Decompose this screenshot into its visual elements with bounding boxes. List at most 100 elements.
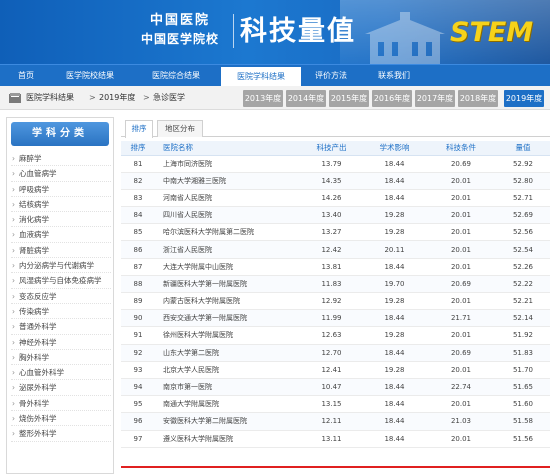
nav-evaluation-method[interactable]: 评价方法 <box>303 65 359 87</box>
table-row: 93 北京大学人民医院 12.41 19.28 20.01 51.70 <box>121 361 550 379</box>
cell-rank: 82 <box>121 172 155 190</box>
sidebar-item[interactable]: 麻醉学 <box>11 151 111 167</box>
sidebar-item[interactable]: 结核病学 <box>11 197 111 213</box>
highlight-underline <box>121 466 550 468</box>
cell-output: 13.27 <box>300 223 363 242</box>
sidebar-item[interactable]: 整形外科学 <box>11 426 111 442</box>
breadcrumb-item-year[interactable]: 2019年度 <box>99 86 135 110</box>
tab-ranking[interactable]: 排序 <box>125 120 153 138</box>
breadcrumb-item-discipline[interactable]: 医院学科结果 <box>26 86 74 110</box>
sidebar-item[interactable]: 普通外科学 <box>11 319 111 335</box>
cell-hospital-name[interactable]: 哈尔滨医科大学附属第二医院 <box>155 223 300 242</box>
cell-hospital-name[interactable]: 西安交通大学第一附属医院 <box>155 309 300 328</box>
sidebar-item[interactable]: 胸外科学 <box>11 350 111 366</box>
column-header-hospital: 医院名称 <box>155 141 300 156</box>
cell-conditions: 20.01 <box>426 292 496 311</box>
cell-hospital-name[interactable]: 河南省人民医院 <box>155 189 300 208</box>
table-row: 96 安徽医科大学第二附属医院 12.11 18.44 21.03 51.58 <box>121 412 550 431</box>
cell-hospital-name[interactable]: 徐州医科大学附属医院 <box>155 326 300 345</box>
cell-conditions: 20.01 <box>426 223 496 242</box>
column-header-output: 科技产出 <box>300 141 363 156</box>
sidebar-item[interactable]: 呼吸病学 <box>11 182 111 197</box>
sidebar-item[interactable]: 变态反应学 <box>11 289 111 304</box>
tab-regional-distribution[interactable]: 地区分布 <box>157 120 203 137</box>
cell-output: 13.15 <box>300 395 363 414</box>
cell-hospital-name[interactable]: 大连大学附属中山医院 <box>155 258 300 276</box>
cell-output: 14.35 <box>300 172 363 190</box>
cell-hospital-name[interactable]: 中南大学湘雅三医院 <box>155 172 300 190</box>
column-header-conditions: 科技条件 <box>426 141 496 156</box>
cell-hospital-name[interactable]: 内蒙古医科大学附属医院 <box>155 292 300 311</box>
cell-impact: 18.44 <box>363 430 426 448</box>
sidebar-item[interactable]: 骨外科学 <box>11 396 111 412</box>
sidebar-item[interactable]: 血液病学 <box>11 227 111 243</box>
sidebar-item[interactable]: 消化病学 <box>11 212 111 228</box>
nav-home[interactable]: 首页 <box>4 65 48 87</box>
cell-hospital-name[interactable]: 遵义医科大学附属医院 <box>155 430 300 448</box>
logo-text: 中国医院 中国医学院校 <box>130 12 230 48</box>
sidebar-item[interactable]: 心血管外科学 <box>11 365 111 381</box>
sidebar-item[interactable]: 神经外科学 <box>11 335 111 350</box>
sidebar-item[interactable]: 内分泌病学与代谢病学 <box>11 258 111 274</box>
year-tab-2019[interactable]: 2019年度 <box>504 90 544 107</box>
cell-hospital-name[interactable]: 南通大学附属医院 <box>155 395 300 414</box>
year-tab-2018[interactable]: 2018年度 <box>458 90 498 107</box>
cell-rank: 85 <box>121 223 155 242</box>
cell-hospital-name[interactable]: 北京大学人民医院 <box>155 361 300 379</box>
cell-impact: 18.44 <box>363 344 426 362</box>
sidebar-title: 学科分类 <box>11 122 109 146</box>
cell-output: 14.26 <box>300 189 363 208</box>
cell-impact: 19.70 <box>363 275 426 294</box>
table-row: 86 浙江省人民医院 12.42 20.11 20.01 52.54 <box>121 240 550 259</box>
year-tab-2013[interactable]: 2013年度 <box>243 90 283 107</box>
cell-conditions: 20.69 <box>426 344 496 362</box>
cell-hospital-name[interactable]: 山东大学第二医院 <box>155 344 300 362</box>
sidebar-item[interactable]: 风湿病学与自体免疫病学 <box>11 273 111 289</box>
breadcrumb: 医院学科结果 > 2019年度 > 急诊医学 2013年度 2014年度 201… <box>0 86 550 110</box>
cell-hospital-name[interactable]: 新疆医科大学第一附属医院 <box>155 275 300 294</box>
table-row: 94 南京市第一医院 10.47 18.44 22.74 51.65 <box>121 378 550 397</box>
year-tab-2017[interactable]: 2017年度 <box>415 90 455 107</box>
cell-impact: 18.44 <box>363 155 426 173</box>
book-icon <box>9 93 21 103</box>
site-banner: 中国医院 中国医学院校 科技量值 STEM <box>0 0 550 64</box>
cell-output: 12.70 <box>300 344 363 362</box>
table-row: 82 中南大学湘雅三医院 14.35 18.44 20.01 52.80 <box>121 172 550 190</box>
building-illustration <box>365 12 445 64</box>
sidebar-item[interactable]: 烧伤外科学 <box>11 411 111 427</box>
cell-value: 51.65 <box>496 378 550 397</box>
nav-hospital-disciplines[interactable]: 医院学科结果 <box>221 67 301 87</box>
table-row: 83 河南省人民医院 14.26 18.44 20.01 52.71 <box>121 189 550 208</box>
cell-conditions: 20.01 <box>426 326 496 345</box>
cell-output: 13.11 <box>300 430 363 448</box>
nav-medical-schools[interactable]: 医学院校结果 <box>50 65 130 87</box>
cell-impact: 19.28 <box>363 292 426 311</box>
nav-contact[interactable]: 联系我们 <box>364 65 424 87</box>
cell-hospital-name[interactable]: 四川省人民医院 <box>155 206 300 225</box>
year-tab-2014[interactable]: 2014年度 <box>286 90 326 107</box>
cell-hospital-name[interactable]: 上海市同济医院 <box>155 155 300 173</box>
cell-output: 10.47 <box>300 378 363 397</box>
cell-value: 52.54 <box>496 240 550 259</box>
cell-hospital-name[interactable]: 南京市第一医院 <box>155 378 300 397</box>
sidebar-item[interactable]: 肾脏病学 <box>11 243 111 259</box>
sidebar-item[interactable]: 传染病学 <box>11 304 111 320</box>
logo-divider <box>233 14 234 48</box>
cell-value: 52.71 <box>496 189 550 208</box>
cell-impact: 19.28 <box>363 361 426 379</box>
sidebar-item[interactable]: 泌尿外科学 <box>11 380 111 396</box>
year-tab-2016[interactable]: 2016年度 <box>372 90 412 107</box>
cell-conditions: 22.74 <box>426 378 496 397</box>
cell-rank: 92 <box>121 344 155 362</box>
cell-conditions: 20.69 <box>426 275 496 294</box>
cell-hospital-name[interactable]: 浙江省人民医院 <box>155 240 300 259</box>
year-tab-2015[interactable]: 2015年度 <box>329 90 369 107</box>
cell-value: 52.22 <box>496 275 550 294</box>
cell-value: 51.92 <box>496 326 550 345</box>
nav-hospital-overall[interactable]: 医院综合结果 <box>134 65 218 87</box>
cell-value: 52.14 <box>496 309 550 328</box>
cell-conditions: 20.01 <box>426 240 496 259</box>
sidebar-item[interactable]: 心血管病学 <box>11 166 111 182</box>
cell-hospital-name[interactable]: 安徽医科大学第二附属医院 <box>155 412 300 431</box>
cell-value: 52.21 <box>496 292 550 311</box>
